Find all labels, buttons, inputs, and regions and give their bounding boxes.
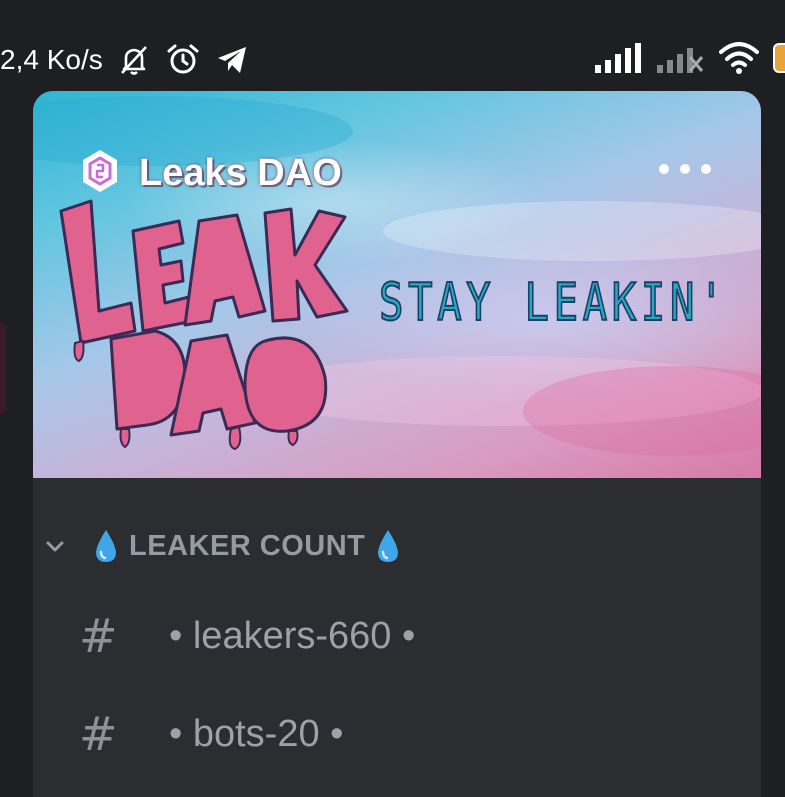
leaks-dao-logo — [51, 191, 351, 451]
category-leaker-count[interactable]: LEAKER COUNT — [45, 526, 411, 566]
status-bar: 2,4 Ko/s — [0, 0, 785, 88]
server-banner: STAY LEAKIN' Leaks DAO — [33, 91, 761, 478]
signal-no-service-icon — [657, 43, 705, 78]
channel-bots[interactable]: # • bots-20 • — [79, 707, 344, 761]
more-options-button[interactable] — [659, 155, 711, 183]
text-channel-hash-icon: # — [79, 707, 118, 761]
server-name: Leaks DAO — [139, 151, 342, 194]
status-bar-left: 2,4 Ko/s — [0, 38, 249, 82]
telegram-icon — [215, 43, 249, 77]
channel-name: • leakers-660 • — [169, 614, 416, 657]
more-horizontal-icon — [659, 164, 669, 174]
server-header[interactable]: Leaks DAO — [77, 149, 342, 197]
server-indicator — [0, 323, 6, 413]
banner-tagline: STAY LEAKIN' — [378, 272, 729, 334]
channel-leakers[interactable]: # • leakers-660 • — [79, 609, 416, 663]
category-label: LEAKER COUNT — [129, 529, 366, 562]
server-boost-badge-icon — [77, 148, 123, 199]
signal-icon — [595, 42, 643, 78]
network-speed: 2,4 Ko/s — [0, 44, 103, 75]
wifi-icon — [719, 41, 759, 79]
droplet-icon — [375, 528, 401, 564]
bell-off-icon — [117, 43, 151, 77]
server-panel: STAY LEAKIN' Leaks DAO LEAKER COUNT # • … — [33, 91, 761, 797]
server-list-edge — [0, 88, 33, 797]
channel-name: • bots-20 • — [169, 712, 344, 755]
text-channel-hash-icon: # — [79, 609, 118, 663]
status-bar-right — [595, 40, 785, 80]
alarm-icon — [165, 42, 201, 78]
channel-list: LEAKER COUNT # • leakers-660 • # • bots-… — [33, 478, 761, 797]
battery-icon — [773, 42, 785, 78]
droplet-icon — [93, 528, 119, 564]
chevron-down-icon — [45, 536, 65, 556]
